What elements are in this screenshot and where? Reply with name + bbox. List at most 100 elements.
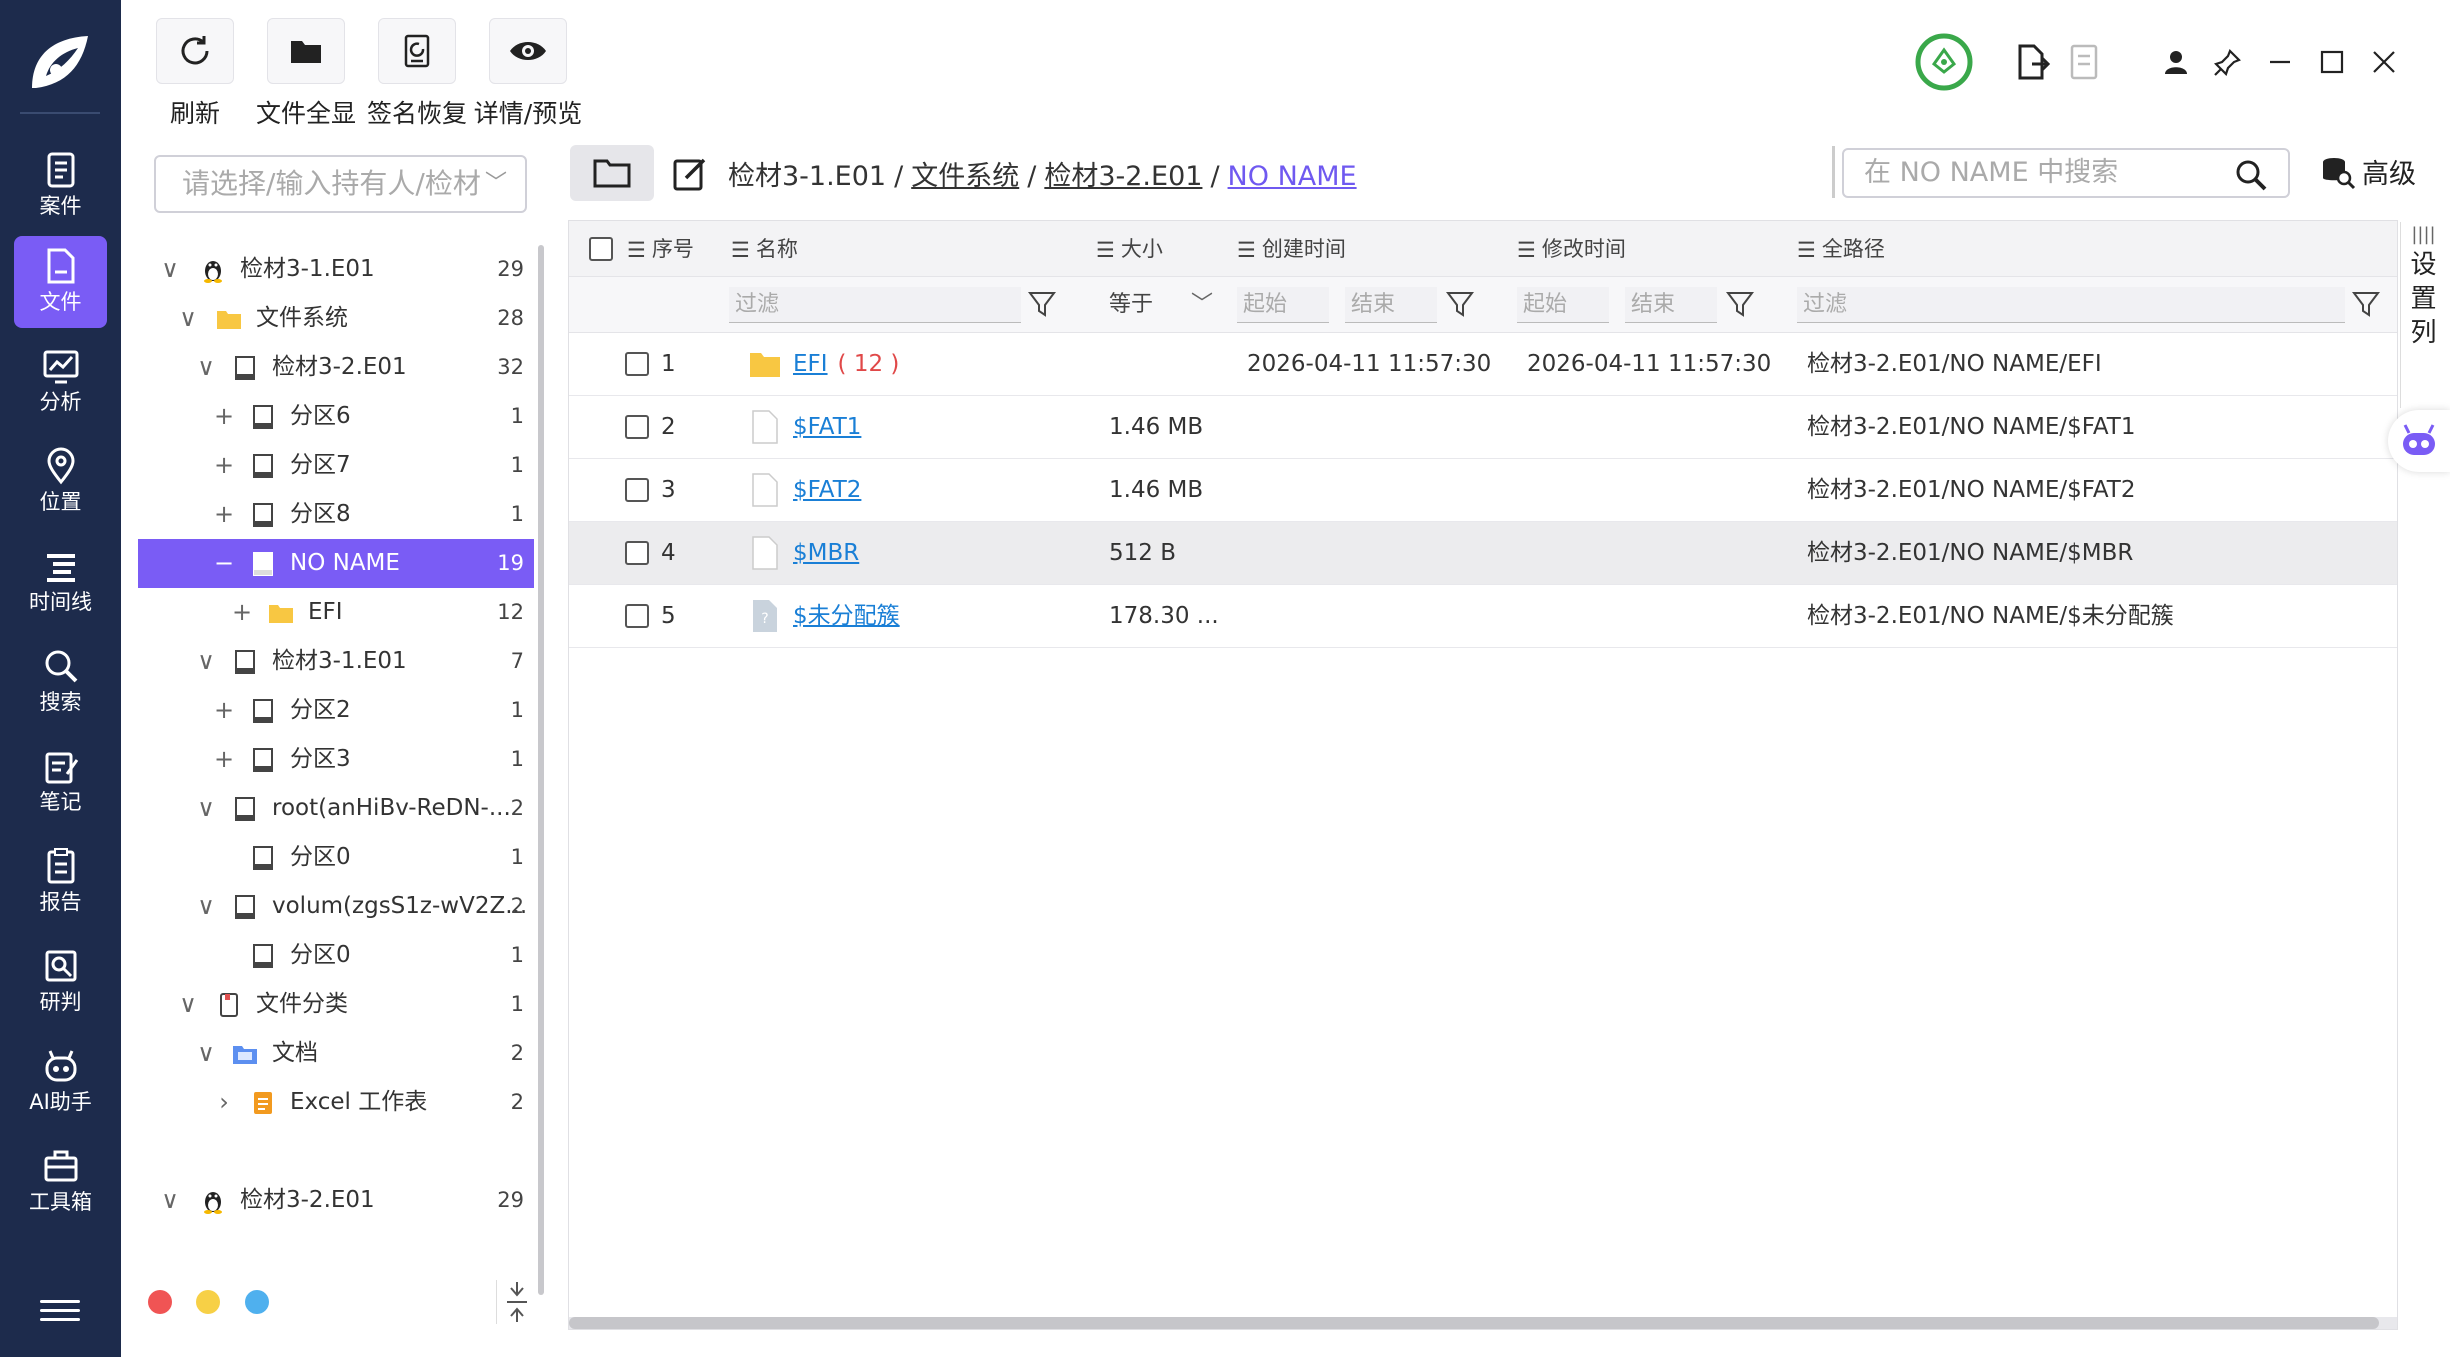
tree-node[interactable]: ∨ 检材3-2.E01 29 — [138, 1176, 534, 1225]
red-tag-dot[interactable] — [148, 1290, 172, 1314]
nav-item-report[interactable]: 报告 — [14, 836, 107, 928]
expand-plus-icon[interactable]: + — [212, 735, 236, 784]
file-name-link[interactable]: $未分配簇 — [793, 603, 900, 629]
minimize-icon[interactable] — [2254, 36, 2306, 88]
report-file-icon[interactable] — [2058, 36, 2110, 88]
tree-node[interactable]: › Excel 工作表 2 — [138, 1078, 534, 1127]
row-checkbox[interactable] — [625, 415, 649, 439]
created-end-input[interactable]: 结束 — [1345, 287, 1437, 323]
column-header-index[interactable]: ☰ 序号 — [627, 221, 694, 277]
maximize-icon[interactable] — [2306, 36, 2358, 88]
row-checkbox[interactable] — [625, 478, 649, 502]
tree-node[interactable]: 分区0 1 — [138, 833, 534, 882]
tree-node[interactable]: + 分区3 1 — [138, 735, 534, 784]
blue-tag-dot[interactable] — [245, 1290, 269, 1314]
name-filter-input[interactable]: 过滤 — [729, 287, 1021, 323]
column-header-created[interactable]: ☰ 创建时间 — [1237, 221, 1346, 277]
tree-node[interactable]: ∨ 检材3-1.E01 7 — [138, 637, 534, 686]
export-file-icon[interactable] — [2006, 36, 2058, 88]
expand-plus-icon[interactable]: + — [212, 686, 236, 735]
settings-column-tab[interactable]: |||| 设置列 — [2400, 222, 2446, 408]
chevron-down-icon[interactable]: ∨ — [158, 1176, 182, 1225]
chevron-down-icon[interactable]: ∨ — [176, 980, 200, 1029]
yellow-tag-dot[interactable] — [196, 1290, 220, 1314]
nav-item-ai-assistant[interactable]: AI助手 — [14, 1036, 107, 1128]
tree-node[interactable]: ∨ volum(zgsS1z-wV2Z... 2 — [138, 882, 534, 931]
tree-node[interactable]: 分区0 1 — [138, 931, 534, 980]
row-checkbox[interactable] — [625, 541, 649, 565]
folder-view-button[interactable] — [570, 145, 654, 201]
filter-icon[interactable] — [1027, 289, 1057, 319]
expand-plus-icon[interactable]: + — [212, 441, 236, 490]
filter-icon[interactable] — [1725, 289, 1755, 319]
advanced-search-button[interactable]: 高级 — [2320, 152, 2416, 191]
tree-node-selected[interactable]: − NO NAME 19 — [138, 539, 534, 588]
tree-scrollbar[interactable] — [538, 245, 544, 1295]
expand-plus-icon[interactable]: + — [212, 392, 236, 441]
size-operator-select[interactable]: 等于 ﹀ — [1103, 287, 1213, 323]
filter-icon[interactable] — [1445, 289, 1475, 319]
modified-end-input[interactable]: 结束 — [1625, 287, 1717, 323]
table-row-highlighted[interactable]: 4 $MBR 512 B 检材3-2.E01/NO NAME/$MBR — [569, 522, 2397, 585]
nav-item-notes[interactable]: 笔记 — [14, 736, 107, 828]
tree-node[interactable]: ∨ 检材3-2.E01 32 — [138, 343, 534, 392]
nav-item-file[interactable]: 文件 — [14, 236, 107, 328]
search-input[interactable]: 在 NO NAME 中搜索 — [1842, 148, 2290, 198]
chevron-down-icon[interactable]: ∨ — [194, 882, 218, 931]
chevron-down-icon[interactable]: ∨ — [194, 1029, 218, 1078]
show-all-files-button[interactable]: 文件全显 — [251, 18, 361, 130]
table-row[interactable]: 5 ? $未分配簇 178.30 ... 检材3-2.E01/NO NAME/$… — [569, 585, 2397, 648]
breadcrumb-item[interactable]: 检材3-2.E01 — [1044, 161, 1202, 192]
breadcrumb-item[interactable]: 文件系统 — [911, 161, 1019, 192]
column-header-modified[interactable]: ☰ 修改时间 — [1517, 221, 1626, 277]
tree-node[interactable]: + 分区8 1 — [138, 490, 534, 539]
expand-plus-icon[interactable]: + — [212, 490, 236, 539]
nav-item-timeline[interactable]: 时间线 — [14, 536, 107, 628]
close-icon[interactable] — [2358, 36, 2410, 88]
nav-item-case[interactable]: 案件 — [14, 140, 107, 232]
tree-node[interactable]: ∨ 文件分类 1 — [138, 980, 534, 1029]
breadcrumb-current[interactable]: NO NAME — [1228, 161, 1357, 192]
menu-icon[interactable] — [40, 1300, 80, 1330]
filter-icon[interactable] — [2351, 289, 2381, 319]
chevron-down-icon[interactable]: ∨ — [176, 294, 200, 343]
edit-path-button[interactable] — [668, 152, 712, 196]
chevron-down-icon[interactable]: ∨ — [158, 245, 182, 294]
tree-node[interactable]: + 分区2 1 — [138, 686, 534, 735]
signature-recover-button[interactable]: 签名恢复 — [362, 18, 472, 130]
modified-start-input[interactable]: 起始 — [1517, 287, 1609, 323]
path-filter-input[interactable]: 过滤 — [1797, 287, 2345, 323]
tree-node[interactable]: ∨ 文件系统 28 — [138, 294, 534, 343]
table-row[interactable]: 1 EFI ( 12 ) 2026-04-11 11:57:30 2026-04-… — [569, 333, 2397, 396]
tree-node[interactable]: ∨ root(anHiBv-ReDN-... 2 — [138, 784, 534, 833]
detail-preview-button[interactable]: 详情/预览 — [473, 18, 583, 130]
file-name-link[interactable]: $FAT1 — [793, 414, 861, 440]
file-name-link[interactable]: $MBR — [793, 540, 859, 566]
nav-item-judge[interactable]: 研判 — [14, 936, 107, 1028]
chevron-right-icon[interactable]: › — [212, 1078, 236, 1127]
nav-item-location[interactable]: 位置 — [14, 436, 107, 528]
file-name-link[interactable]: EFI — [793, 351, 828, 377]
column-header-name[interactable]: ☰ 名称 — [731, 221, 798, 277]
column-header-size[interactable]: ☰ 大小 — [1096, 221, 1163, 277]
select-all-checkbox[interactable] — [589, 237, 613, 261]
search-icon[interactable] — [2234, 158, 2268, 192]
breadcrumb-item[interactable]: 检材3-1.E01 — [728, 161, 886, 192]
row-checkbox[interactable] — [625, 352, 649, 376]
file-name-link[interactable]: $FAT2 — [793, 477, 861, 503]
created-start-input[interactable]: 起始 — [1237, 287, 1329, 323]
chevron-down-icon[interactable]: ∨ — [194, 343, 218, 392]
nav-item-search[interactable]: 搜索 — [14, 636, 107, 728]
nav-item-toolbox[interactable]: 工具箱 — [14, 1136, 107, 1228]
tree-node[interactable]: ∨ 文档 2 — [138, 1029, 534, 1078]
table-row[interactable]: 2 $FAT1 1.46 MB 检材3-2.E01/NO NAME/$FAT1 — [569, 396, 2397, 459]
table-row[interactable]: 3 $FAT2 1.46 MB 检材3-2.E01/NO NAME/$FAT2 — [569, 459, 2397, 522]
status-shield-icon[interactable] — [1912, 30, 1976, 94]
tree-node[interactable]: + EFI 12 — [138, 588, 534, 637]
ai-assistant-float-button[interactable] — [2388, 410, 2450, 472]
horizontal-scrollbar[interactable] — [569, 1317, 2397, 1329]
collapse-all-icon[interactable] — [496, 1280, 536, 1324]
tree-node[interactable]: + 分区6 1 — [138, 392, 534, 441]
refresh-button[interactable]: 刷新 — [140, 18, 250, 130]
column-header-path[interactable]: ☰ 全路径 — [1797, 221, 1885, 277]
